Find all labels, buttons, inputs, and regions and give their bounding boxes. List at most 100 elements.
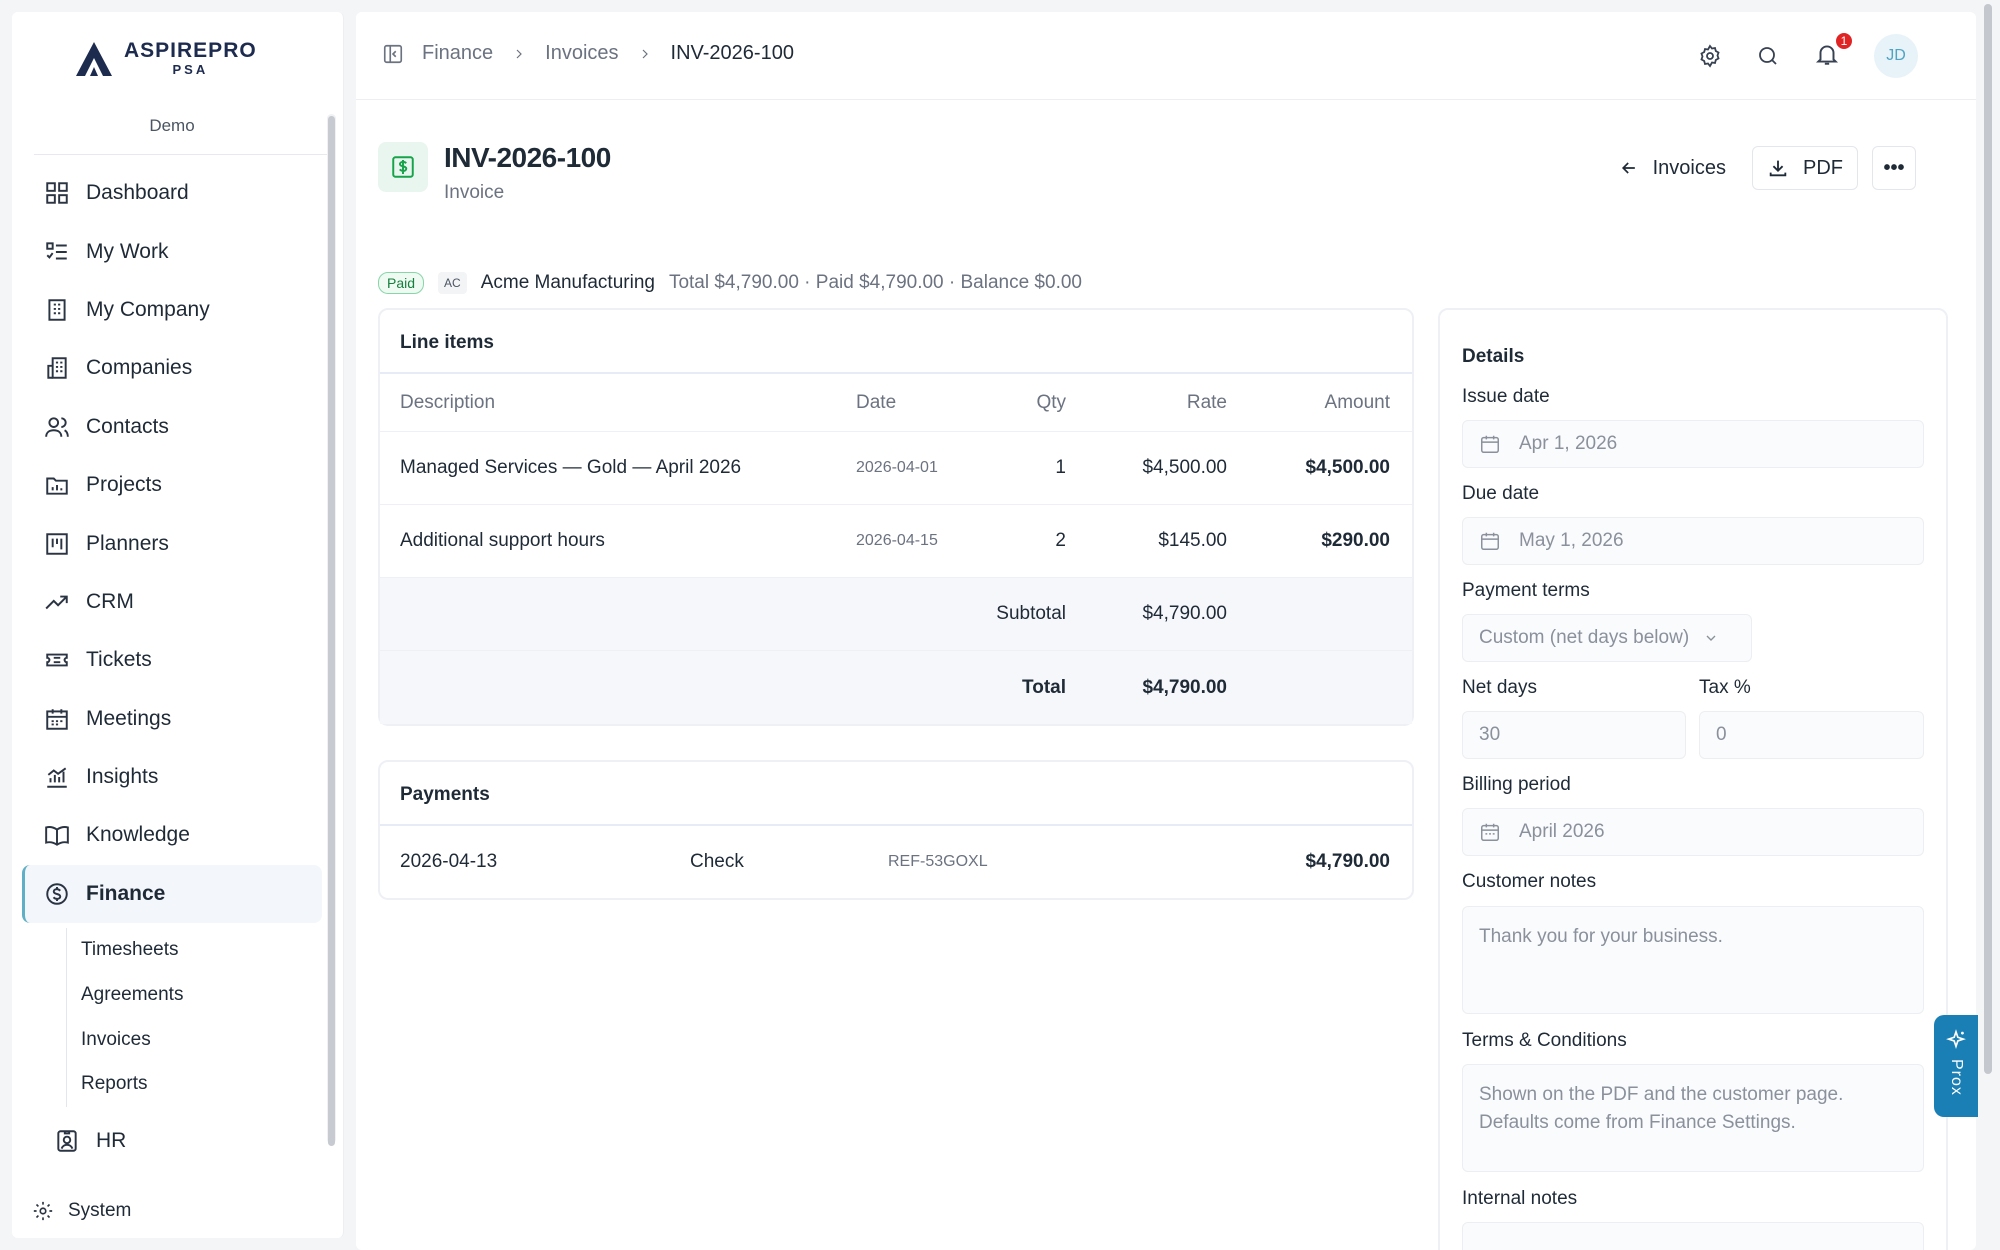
sidebar-item-finance[interactable]: Finance bbox=[22, 864, 322, 924]
row-amount: $290.00 bbox=[1321, 530, 1390, 551]
settings-icon[interactable] bbox=[1698, 44, 1722, 68]
customer-name[interactable]: Acme Manufacturing bbox=[481, 272, 655, 294]
subnav-item-invoices[interactable]: Invoices bbox=[66, 1017, 183, 1063]
sidebar-item-planners[interactable]: Planners bbox=[22, 514, 322, 572]
subnav-item-agreements[interactable]: Agreements bbox=[66, 972, 183, 1018]
notifications-button[interactable]: 1 bbox=[1814, 30, 1854, 72]
net-days-input[interactable]: 30 bbox=[1462, 711, 1686, 759]
page-header: INV-2026-100 Invoice bbox=[378, 142, 611, 204]
sidebar-item-companies[interactable]: Companies bbox=[22, 339, 322, 397]
download-icon bbox=[1769, 160, 1787, 177]
arrow-left-icon bbox=[1621, 162, 1635, 174]
status-badge: Paid bbox=[378, 272, 425, 294]
sidebar-item-label: My Company bbox=[86, 297, 210, 321]
prox-label: Prox bbox=[1948, 1059, 1965, 1096]
details-card: Details Issue date Apr 1, 2026 Due date … bbox=[1438, 308, 1948, 1250]
calendar-icon bbox=[1481, 435, 1499, 453]
sidebar-item-label: HR bbox=[96, 1129, 127, 1153]
sidebar-item-projects[interactable]: Projects bbox=[22, 456, 322, 514]
tax-input[interactable]: 0 bbox=[1699, 711, 1924, 759]
sidebar-item-meetings[interactable]: Meetings bbox=[22, 690, 322, 748]
notification-count-badge: 1 bbox=[1834, 30, 1854, 51]
kanban-icon bbox=[46, 532, 68, 555]
terms-label: Terms & Conditions bbox=[1462, 1030, 1627, 1051]
col-description: Description bbox=[400, 391, 496, 413]
sidebar-item-knowledge[interactable]: Knowledge bbox=[22, 806, 322, 864]
terms-textarea[interactable]: Shown on the PDF and the customer page. … bbox=[1462, 1064, 1924, 1172]
row-description: Managed Services — Gold — April 2026 bbox=[400, 457, 742, 478]
payment-terms-value: Custom (net days below) bbox=[1479, 627, 1690, 648]
sidebar-scrollbar-thumb[interactable] bbox=[328, 116, 335, 1146]
payment-terms-select[interactable]: Custom (net days below) bbox=[1462, 614, 1752, 662]
sidebar-item-contacts[interactable]: Contacts bbox=[22, 398, 322, 456]
row-rate: $145.00 bbox=[1158, 530, 1227, 551]
sidebar-item-label: CRM bbox=[86, 589, 134, 613]
prox-assistant-tab[interactable]: Prox bbox=[1934, 1015, 1978, 1117]
back-to-invoices-button[interactable]: Invoices bbox=[1607, 146, 1738, 190]
sidebar-item-my-work[interactable]: My Work bbox=[22, 222, 322, 280]
page-scrollbar-thumb[interactable] bbox=[1984, 4, 1992, 1074]
total-row: Total $4,790.00 bbox=[380, 651, 1412, 724]
sidebar-item-label: Finance bbox=[86, 881, 166, 905]
payment-terms-label: Payment terms bbox=[1462, 580, 1590, 601]
sidebar-item-system[interactable]: System bbox=[32, 1200, 131, 1222]
payment-row[interactable]: 2026-04-13 Check REF-53GOXL $4,790.00 bbox=[380, 824, 1412, 898]
sidebar-item-label: Insights bbox=[86, 765, 159, 789]
sidebar-item-dashboard[interactable]: Dashboard bbox=[22, 164, 322, 222]
buildings-icon bbox=[47, 357, 67, 380]
brand-name: ASPIREPRO bbox=[124, 39, 257, 62]
billing-period-field[interactable]: April 2026 bbox=[1462, 808, 1924, 856]
internal-notes-textarea[interactable] bbox=[1462, 1222, 1924, 1250]
users-icon bbox=[45, 417, 69, 437]
invoice-dollar-icon bbox=[378, 142, 428, 192]
subnav-item-reports[interactable]: Reports bbox=[66, 1062, 183, 1107]
breadcrumb: Finance Invoices INV-2026-100 bbox=[382, 42, 794, 65]
sidebar: ASPIREPRO PSA Demo Dashboard My Work My … bbox=[12, 12, 344, 1238]
sidebar-item-tickets[interactable]: Tickets bbox=[22, 631, 322, 689]
sidebar-item-my-company[interactable]: My Company bbox=[22, 281, 322, 339]
subtotal-value: $4,790.00 bbox=[1142, 603, 1227, 624]
user-avatar[interactable]: JD bbox=[1874, 34, 1918, 78]
col-date: Date bbox=[856, 391, 897, 413]
topbar-actions: 1 JD bbox=[1698, 30, 1918, 78]
header-actions: Invoices PDF ••• bbox=[1607, 146, 1916, 190]
customer-notes-label: Customer notes bbox=[1462, 871, 1597, 892]
invoice-summary: Paid AC Acme Manufacturing Total $4,790.… bbox=[378, 272, 1082, 294]
sidebar-item-label: System bbox=[68, 1200, 132, 1221]
sidebar-nav: Dashboard My Work My Company Companies C… bbox=[22, 164, 322, 924]
customer-notes-textarea[interactable]: Thank you for your business. bbox=[1462, 906, 1924, 1014]
sidebar-item-insights[interactable]: Insights bbox=[22, 748, 322, 806]
sidebar-item-label: Meetings bbox=[86, 706, 172, 730]
payment-reference: REF-53GOXL bbox=[888, 853, 988, 870]
list-check-icon bbox=[46, 241, 67, 260]
sidebar-item-hr[interactable]: HR bbox=[32, 1112, 312, 1170]
subnav-item-timesheets[interactable]: Timesheets bbox=[66, 928, 183, 973]
breadcrumb-invoices[interactable]: Invoices bbox=[545, 42, 618, 65]
dollar-circle-icon bbox=[46, 883, 68, 905]
pdf-label: PDF bbox=[1803, 156, 1843, 179]
finance-subnav: Timesheets Agreements Invoices Reports bbox=[66, 928, 183, 1107]
more-options-button[interactable]: ••• bbox=[1872, 146, 1916, 190]
row-description: Additional support hours bbox=[400, 530, 605, 551]
sidebar-item-label: My Work bbox=[86, 239, 169, 263]
table-row[interactable]: Managed Services — Gold — April 2026 202… bbox=[380, 432, 1412, 505]
search-icon[interactable] bbox=[1756, 44, 1780, 68]
brand-sub: PSA bbox=[172, 62, 209, 77]
trend-icon bbox=[45, 595, 68, 610]
subtotal-label: Subtotal bbox=[996, 603, 1066, 624]
col-qty: Qty bbox=[1036, 391, 1066, 413]
table-row[interactable]: Additional support hours 2026-04-15 2 $1… bbox=[380, 505, 1412, 578]
breadcrumb-finance[interactable]: Finance bbox=[422, 42, 493, 65]
row-qty: 2 bbox=[1055, 530, 1066, 551]
calendar-icon bbox=[46, 708, 68, 730]
app-logo[interactable]: ASPIREPRO PSA bbox=[72, 36, 257, 80]
due-date-field[interactable]: May 1, 2026 bbox=[1462, 517, 1924, 565]
pdf-button[interactable]: PDF bbox=[1752, 146, 1858, 190]
col-rate: Rate bbox=[1186, 391, 1227, 413]
workspace-name[interactable]: Demo bbox=[12, 116, 332, 136]
table-header-row: Description Date Qty Rate Amount bbox=[380, 374, 1412, 432]
sidebar-toggle-icon[interactable] bbox=[382, 43, 404, 65]
sidebar-item-crm[interactable]: CRM bbox=[22, 573, 322, 631]
issue-date-field[interactable]: Apr 1, 2026 bbox=[1462, 420, 1924, 468]
sidebar-item-label: Contacts bbox=[86, 414, 169, 438]
